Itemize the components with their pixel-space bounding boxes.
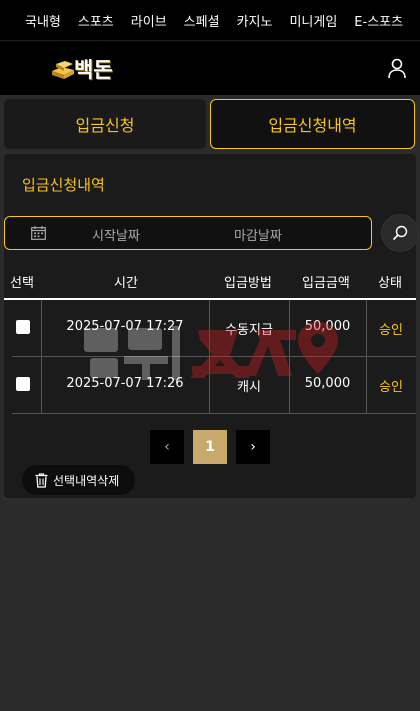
logo-text: 백돈 bbox=[74, 58, 113, 82]
row-amount: 50,000 bbox=[304, 319, 351, 334]
user-icon[interactable] bbox=[386, 57, 408, 79]
start-date-input[interactable]: 시작날짜 bbox=[92, 225, 140, 244]
table-header: 선택 시간 입금방법 입금금액 상태 bbox=[4, 262, 416, 300]
header-time: 시간 bbox=[114, 276, 138, 291]
trash-icon bbox=[35, 472, 48, 488]
date-range-bar: 시작날짜 마감날짜 bbox=[4, 216, 372, 250]
row-amount: 50,000 bbox=[304, 376, 351, 391]
tab-deposit-request[interactable]: 입금신청 bbox=[4, 99, 206, 149]
nav-item-esports[interactable]: E-스포츠 bbox=[354, 11, 403, 30]
header-amount: 입금금액 bbox=[302, 276, 350, 291]
top-nav: 국내형 스포츠 라이브 스페셜 카지노 미니게임 E-스포츠 bbox=[0, 0, 420, 40]
header-method: 입금방법 bbox=[224, 276, 272, 291]
header-status: 상태 bbox=[378, 276, 402, 291]
site-logo[interactable]: 백돈 bbox=[50, 54, 113, 84]
row-status: 승인 bbox=[379, 323, 403, 338]
gold-bar-icon bbox=[52, 61, 74, 79]
header-select: 선택 bbox=[10, 276, 34, 291]
nav-item-sports[interactable]: 스포츠 bbox=[78, 11, 114, 30]
deposit-tabs: 입금신청 입금신청내역 bbox=[4, 99, 416, 149]
deposit-history-panel: 입금신청내역 시작날짜 마감날짜 선택 시간 입금방법 입금금액 상태 2025… bbox=[4, 154, 419, 498]
row-checkbox[interactable] bbox=[16, 320, 30, 334]
search-button[interactable] bbox=[381, 214, 419, 252]
tab-deposit-history[interactable]: 입금신청내역 bbox=[210, 99, 415, 149]
nav-item-special[interactable]: 스페셜 bbox=[184, 11, 220, 30]
row-status: 승인 bbox=[379, 380, 403, 395]
row-time: 2025-07-07 17:27 bbox=[66, 319, 184, 334]
nav-item-casino[interactable]: 카지노 bbox=[237, 11, 273, 30]
next-page-button[interactable]: › bbox=[236, 430, 270, 464]
panel-title: 입금신청내역 bbox=[22, 176, 105, 194]
calendar-icon[interactable] bbox=[31, 226, 46, 240]
pagination: ‹ 1 › bbox=[150, 430, 270, 466]
row-method: 수동지급 bbox=[225, 323, 273, 338]
nav-item-minigame[interactable]: 미니게임 bbox=[289, 11, 337, 30]
nav-item-domestic[interactable]: 국내형 bbox=[25, 11, 61, 30]
row-checkbox[interactable] bbox=[16, 377, 30, 391]
delete-selected-label: 선택내역삭제 bbox=[53, 473, 120, 488]
prev-page-button[interactable]: ‹ bbox=[150, 430, 184, 464]
row-time: 2025-07-07 17:26 bbox=[66, 376, 184, 391]
page-number-button[interactable]: 1 bbox=[193, 430, 227, 464]
nav-item-live[interactable]: 라이브 bbox=[131, 11, 167, 30]
end-date-input[interactable]: 마감날짜 bbox=[234, 225, 282, 244]
table-row: 2025-07-07 17:27 수동지급 50,000 승인 bbox=[12, 300, 416, 357]
search-icon bbox=[392, 225, 408, 241]
row-method: 캐시 bbox=[237, 380, 261, 395]
table-row: 2025-07-07 17:26 캐시 50,000 승인 bbox=[12, 357, 416, 414]
delete-selected-button[interactable]: 선택내역삭제 bbox=[22, 465, 135, 495]
site-header: 백돈 bbox=[0, 40, 420, 95]
